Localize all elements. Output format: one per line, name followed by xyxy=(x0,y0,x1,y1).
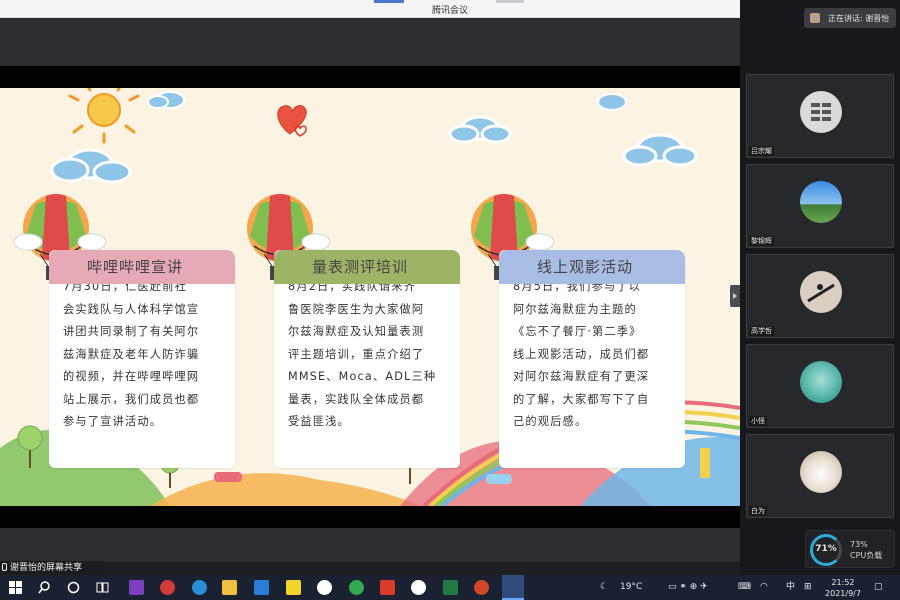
avatar xyxy=(800,181,842,223)
cloud-icon-5 xyxy=(597,93,627,111)
cloud-icon-3 xyxy=(448,115,512,144)
file-explorer-icon[interactable] xyxy=(222,580,237,595)
card-title-2: 量表测评培训 xyxy=(274,250,460,284)
participant-tile-1[interactable]: 吕宗耀 xyxy=(746,74,894,158)
card-text-1: 7月30日，仁医赴前社 会实践队与人体科学馆宣 讲团共同录制了有关阿尔 兹海默症… xyxy=(63,280,200,428)
weather-temp[interactable]: 19°C xyxy=(620,575,642,600)
weather-icon[interactable]: ☾ xyxy=(600,575,608,600)
baidu-netdisk-icon[interactable] xyxy=(317,580,332,595)
speaking-indicator: 正在讲话: 谢晋怡 xyxy=(804,8,896,28)
avatar xyxy=(800,91,842,133)
silhouette-icon xyxy=(807,283,835,303)
windows-taskbar: ☾ 19°C ▭ ⚭ ⊕ ✈ ⌨ ◠ 中 ⊞ 21:52 2021/9/7 ▢ xyxy=(0,575,900,600)
menu-grid-icon xyxy=(811,103,831,121)
participant-tile-2[interactable]: 黎锦辉 xyxy=(746,164,894,248)
participant-name: 高学哲 xyxy=(749,326,774,336)
tray-icons[interactable]: ▭ ⚭ ⊕ ✈ xyxy=(668,575,708,600)
sun-icon xyxy=(68,88,140,144)
cloud-icon-2 xyxy=(147,91,185,109)
netease-music-icon[interactable] xyxy=(160,580,175,595)
share-top-band xyxy=(0,18,740,66)
speaker-avatar xyxy=(810,13,820,23)
wifi-icon[interactable]: ◠ xyxy=(760,575,768,600)
cpu-load-widget[interactable]: 71% 73% CPU负载 xyxy=(805,530,895,568)
avatar xyxy=(800,451,842,493)
card-title-3: 线上观影活动 xyxy=(499,250,685,284)
mail-icon[interactable] xyxy=(254,580,269,595)
grid-icon[interactable]: ⊞ xyxy=(804,575,812,600)
participant-name: 黎锦辉 xyxy=(749,236,774,246)
meeting-window: 腾讯会议 7月30日，仁医赴前社 会实践队与人体科学馆宣 讲团共同录制了有关阿尔… xyxy=(0,0,900,600)
participant-tile-4[interactable]: 小怪 xyxy=(746,344,894,428)
screen-share-label: 谢晋怡的屏幕共享 xyxy=(0,561,104,575)
powerpoint-icon[interactable] xyxy=(474,580,489,595)
participant-name: 小怪 xyxy=(749,416,767,426)
mic-icon xyxy=(2,563,7,571)
windows-start-icon[interactable] xyxy=(8,580,23,595)
participant-name: 吕宗耀 xyxy=(749,146,774,156)
share-bottom-band xyxy=(0,528,740,561)
cortana-icon[interactable] xyxy=(66,580,81,595)
participant-tile-3[interactable]: 高学哲 xyxy=(746,254,894,338)
participant-name: 白为 xyxy=(749,506,767,516)
letterbox-top xyxy=(0,66,740,88)
edge-browser-icon[interactable] xyxy=(192,580,207,595)
taskbar-clock[interactable]: 21:52 2021/9/7 xyxy=(822,577,864,599)
onenote-icon[interactable] xyxy=(129,580,144,595)
card-text-2: 8月2日，实践队请来齐 鲁医院李医生为大家做阿 尔兹海默症及认知量表测 评主题培… xyxy=(288,280,437,428)
collapse-panel-button[interactable] xyxy=(730,285,740,307)
sticky-notes-icon[interactable] xyxy=(286,580,301,595)
wps-icon[interactable] xyxy=(380,580,395,595)
chrome-icon[interactable] xyxy=(349,580,364,595)
letterbox-bottom xyxy=(0,506,740,528)
cloud-icon-4 xyxy=(622,133,698,167)
card-title-1: 哔哩哔哩宣讲 xyxy=(49,250,235,284)
notification-icon[interactable]: ▢ xyxy=(874,575,883,600)
heart-icon xyxy=(277,105,307,135)
excel-icon[interactable] xyxy=(443,580,458,595)
card-text-3: 8月5日，我们参与了以 阿尔兹海默症为主题的 《忘不了餐厅·第二季》 线上观影活… xyxy=(513,280,650,428)
avatar xyxy=(800,271,842,313)
cloud-icon xyxy=(50,148,132,184)
input-method-indicator[interactable]: 中 xyxy=(786,575,795,600)
shared-slide: 7月30日，仁医赴前社 会实践队与人体科学馆宣 讲团共同录制了有关阿尔 兹海默症… xyxy=(0,88,740,506)
search-icon[interactable] xyxy=(37,580,52,595)
tencent-meeting-icon[interactable] xyxy=(502,575,524,600)
keyboard-icon[interactable]: ⌨ xyxy=(738,575,751,600)
app-icon[interactable] xyxy=(411,580,426,595)
avatar xyxy=(800,361,842,403)
participant-tile-5[interactable]: 白为 xyxy=(746,434,894,518)
task-view-icon[interactable] xyxy=(95,580,110,595)
